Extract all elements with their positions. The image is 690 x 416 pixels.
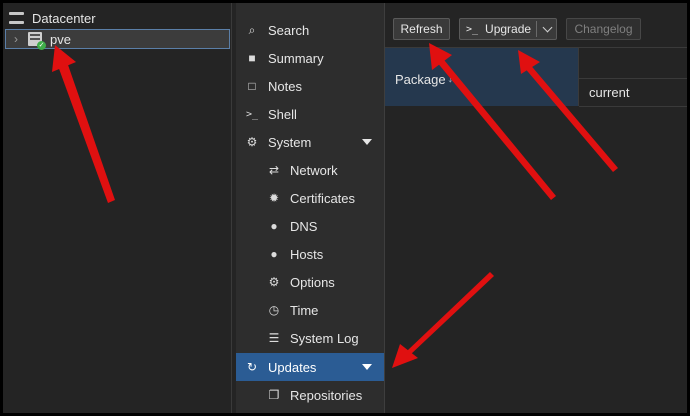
node-server-icon: ✓ xyxy=(28,32,46,50)
note-icon: □ xyxy=(248,79,256,93)
changelog-button[interactable]: Changelog xyxy=(566,18,641,40)
nav-item-label: System xyxy=(268,134,312,150)
column-header-current[interactable]: current xyxy=(579,78,687,107)
gear-icon: ⚙ xyxy=(268,275,280,289)
gears-icon: ⚙ xyxy=(246,135,258,149)
nav-item-hosts[interactable]: ● Hosts xyxy=(236,240,384,268)
nav-item-label: System Log xyxy=(290,330,359,346)
column-header-package[interactable]: Package ↓ xyxy=(385,48,579,106)
column-header-label: Package xyxy=(395,72,446,87)
tree-item-pve[interactable]: › ✓ pve xyxy=(5,29,230,50)
nav-item-system[interactable]: ⚙ System xyxy=(236,128,384,156)
list-icon: ☰ xyxy=(268,331,280,345)
nav-item-label: Hosts xyxy=(290,246,324,262)
globe-icon: ● xyxy=(270,247,278,261)
clock-icon: ◷ xyxy=(268,303,280,317)
nav-item-options[interactable]: ⚙ Options xyxy=(236,268,384,296)
nav-item-label: Notes xyxy=(268,78,302,94)
nav-item-label: Search xyxy=(268,22,310,38)
nav-item-repositories[interactable]: ❐ Repositories xyxy=(236,381,384,409)
resource-tree: Datacenter › ✓ pve xyxy=(3,3,232,413)
refresh-icon: ↻ xyxy=(246,360,258,374)
globe-icon: ● xyxy=(270,219,278,233)
nav-item-summary[interactable]: ■ Summary xyxy=(236,44,384,72)
caret-down-icon[interactable] xyxy=(362,364,372,370)
tree-item-label: Datacenter xyxy=(32,10,96,26)
certificate-icon: ✹ xyxy=(268,191,280,205)
server-stack-icon xyxy=(9,12,24,24)
book-icon: ■ xyxy=(248,51,256,65)
nav-item-label: Summary xyxy=(268,50,324,66)
nav-item-label: Options xyxy=(290,274,335,290)
nav-item-label: Repositories xyxy=(290,387,363,403)
exchange-icon: ⇄ xyxy=(268,163,280,177)
status-ok-icon: ✓ xyxy=(37,41,46,50)
nav-item-search[interactable]: ⌕ Search xyxy=(236,16,384,44)
refresh-button[interactable]: Refresh xyxy=(393,18,450,40)
nav-item-certificates[interactable]: ✹ Certificates xyxy=(236,184,384,212)
toolbar: Refresh >_ Upgrade Changelog xyxy=(385,3,687,48)
nav-item-updates[interactable]: ↻ Updates xyxy=(236,353,384,381)
tree-item-label: pve xyxy=(50,31,71,47)
search-icon: ⌕ xyxy=(248,22,256,37)
nav-item-label: Time xyxy=(290,302,319,318)
nav-item-time[interactable]: ◷ Time xyxy=(236,296,384,324)
updates-grid-header: Package ↓ current xyxy=(385,48,687,107)
tree-item-datacenter[interactable]: Datacenter xyxy=(3,8,231,28)
nav-item-system-log[interactable]: ☰ System Log xyxy=(236,324,384,352)
split-divider xyxy=(536,21,537,37)
node-nav-panel: ⌕ Search ■ Summary □ Notes >_ Shell ⚙ Sy… xyxy=(236,3,385,413)
nav-item-label: Certificates xyxy=(290,190,356,206)
app-window: Datacenter › ✓ pve ⌕ Search ■ Summary □ … xyxy=(3,3,687,413)
updates-panel: Refresh >_ Upgrade Changelog Package ↓ c… xyxy=(385,3,687,413)
terminal-icon: >_ xyxy=(245,108,259,120)
nav-item-notes[interactable]: □ Notes xyxy=(236,72,384,100)
nav-item-dns[interactable]: ● DNS xyxy=(236,212,384,240)
nav-item-network[interactable]: ⇄ Network xyxy=(236,156,384,184)
nav-item-shell[interactable]: >_ Shell xyxy=(236,100,384,128)
sort-desc-icon: ↓ xyxy=(447,70,454,85)
terminal-icon: >_ xyxy=(466,23,479,35)
column-header-label: current xyxy=(589,85,630,100)
chevron-down-icon[interactable] xyxy=(542,22,553,33)
nav-item-label: DNS xyxy=(290,218,318,234)
upgrade-button-label: Upgrade xyxy=(485,22,532,36)
nav-item-label: Updates xyxy=(268,359,317,375)
nav-item-label: Shell xyxy=(268,106,297,122)
nav-item-label: Network xyxy=(290,162,338,178)
caret-down-icon[interactable] xyxy=(362,139,372,145)
upgrade-button[interactable]: >_ Upgrade xyxy=(459,18,557,40)
files-icon: ❐ xyxy=(268,388,280,402)
chevron-right-icon[interactable]: › xyxy=(14,32,24,46)
